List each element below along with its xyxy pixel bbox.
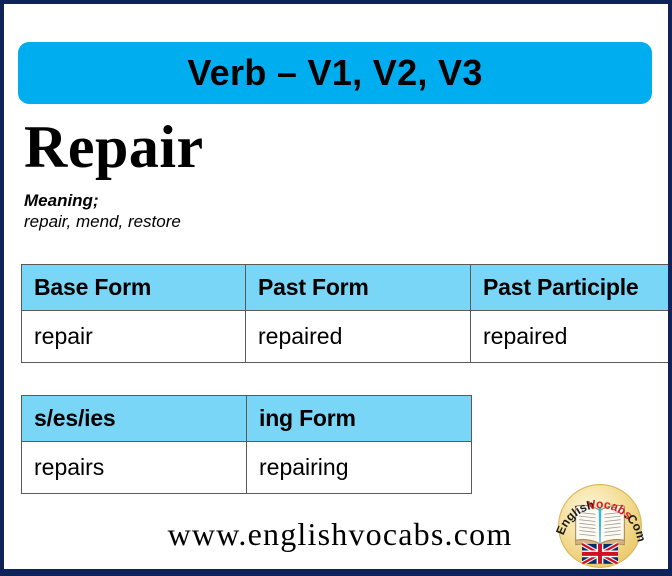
table-header-row: Base Form Past Form Past Participle [21, 264, 668, 311]
column-header-past-participle: Past Participle [470, 264, 668, 311]
verb-forms-table: Base Form Past Form Past Participle repa… [21, 264, 668, 363]
banner-title: Verb – V1, V2, V3 [187, 52, 483, 93]
column-header-past-form: Past Form [245, 264, 471, 311]
column-header-ing-form: ing Form [246, 395, 472, 442]
verb-forms-card: Verb – V1, V2, V3 Repair Meaning; repair… [0, 0, 672, 576]
headword: Repair [24, 114, 204, 180]
banner: Verb – V1, V2, V3 [18, 42, 652, 104]
cell-s-es-ies: repairs [21, 441, 247, 494]
meaning-label: Meaning; [24, 191, 99, 210]
cell-base-form: repair [21, 310, 246, 363]
table-row: repairs repairing [21, 441, 472, 494]
table-header-row: s/es/ies ing Form [21, 395, 472, 442]
meaning-text: repair, mend, restore [24, 212, 181, 232]
meaning-block: Meaning; repair, mend, restore [24, 190, 181, 233]
uk-flag-icon [580, 542, 620, 566]
table-row: repair repaired repaired [21, 310, 668, 363]
s-ing-forms-table: s/es/ies ing Form repairs repairing [21, 395, 472, 494]
cell-past-participle: repaired [470, 310, 668, 363]
cell-ing-form: repairing [246, 441, 472, 494]
column-header-base-form: Base Form [21, 264, 246, 311]
englishvocabs-logo: English Vocabs .Com [555, 481, 645, 569]
column-header-s-es-ies: s/es/ies [21, 395, 247, 442]
cell-past-form: repaired [245, 310, 471, 363]
